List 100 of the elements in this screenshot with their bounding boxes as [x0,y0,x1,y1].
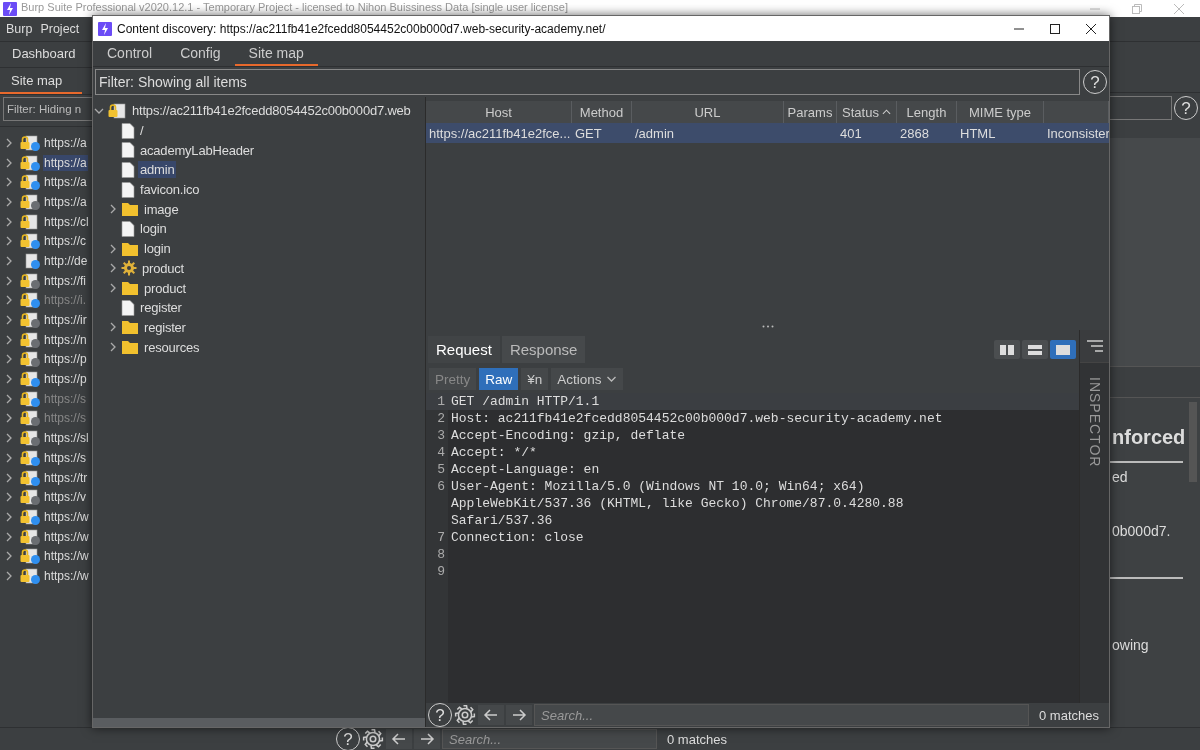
host-item[interactable]: https://w [43,528,90,545]
host-item[interactable]: https://a [43,174,88,191]
chevron-right-icon[interactable] [109,263,117,274]
tree-item[interactable]: / [138,122,146,140]
tree-item[interactable]: login [138,220,169,238]
chevron-right-icon[interactable] [5,295,13,306]
chevron-right-icon[interactable] [5,393,13,404]
tab[interactable]: Site map [0,68,83,94]
chevron-right-icon[interactable] [5,511,13,522]
chevron-right-icon[interactable] [5,492,13,503]
actions-button[interactable]: Actions [551,368,623,390]
tab[interactable]: Dashboard [0,42,76,67]
padlock-page-icon [107,102,127,119]
chevron-right-icon[interactable] [5,433,13,444]
host-item[interactable]: https://ir [43,312,88,329]
tab[interactable]: Site map [234,41,318,66]
chevron-right-icon[interactable] [5,531,13,542]
chevron-right-icon[interactable] [5,452,13,463]
host-item[interactable]: https://w [43,567,90,584]
newline-button[interactable]: ¥n [521,368,549,390]
menu-item[interactable]: Project [40,22,80,36]
tree-item[interactable]: product [140,259,186,277]
chevron-right-icon[interactable] [5,255,13,266]
host-item[interactable]: https://a [43,134,88,151]
resize-grip-icon[interactable] [761,324,774,328]
chevron-right-icon[interactable] [109,204,117,215]
mode-button[interactable]: Raw [479,368,519,390]
chevron-right-icon[interactable] [109,243,117,254]
tab[interactable]: Request [428,336,500,363]
forward-button[interactable] [506,705,532,725]
folder-icon [121,339,139,356]
host-item[interactable]: https://tr [43,469,89,486]
tree-item[interactable]: academyLabHeader [138,141,256,159]
chevron-right-icon[interactable] [5,216,13,227]
chevron-right-icon[interactable] [5,413,13,424]
host-item[interactable]: https://p [43,371,88,388]
chevron-right-icon[interactable] [5,315,13,326]
tree-item[interactable]: login [142,240,173,258]
tree-item[interactable]: resources [142,338,202,356]
chevron-right-icon[interactable] [5,374,13,385]
chevron-right-icon[interactable] [5,196,13,207]
chevron-right-icon[interactable] [109,342,117,353]
forward-button[interactable] [414,729,440,749]
filter-field[interactable]: Filter: Showing all items [95,69,1080,95]
host-item[interactable]: https://c [43,233,88,250]
tree-item[interactable]: product [142,279,188,297]
chevron-right-icon[interactable] [5,551,13,562]
host-item[interactable]: http://de [43,252,89,269]
line-number: 1 [436,393,446,410]
chevron-right-icon[interactable] [5,137,13,148]
chevron-down-icon[interactable] [94,106,104,115]
tree-item[interactable]: register [138,299,184,317]
settings-icon[interactable] [362,728,384,750]
chevron-right-icon[interactable] [109,283,117,294]
gear-icon [121,260,137,277]
layout-button[interactable] [994,340,1020,359]
tree-item[interactable]: image [142,200,181,218]
host-item[interactable]: https://w [43,548,90,565]
tree-item[interactable]: https://ac211fb41e2fcedd8054452c00b000d7.web [130,102,413,120]
chevron-right-icon[interactable] [5,177,13,188]
host-item[interactable]: https://w [43,508,90,525]
search-field[interactable]: Search... [534,704,1029,726]
tree-item[interactable]: favicon.ico [138,181,202,199]
back-button[interactable] [386,729,412,749]
chevron-right-icon[interactable] [5,354,13,365]
host-item[interactable]: https://a [43,154,88,171]
scrollbar[interactable] [93,718,425,727]
settings-icon[interactable] [454,704,476,726]
chevron-right-icon[interactable] [5,570,13,581]
inspector-tab[interactable]: INSPECTOR [1086,377,1103,468]
host-item[interactable]: https://v [43,489,88,506]
search-field[interactable]: Search... [442,729,657,749]
close-icon[interactable] [1086,23,1096,34]
layout-button[interactable] [1050,340,1076,359]
chevron-right-icon[interactable] [5,472,13,483]
menu-icon[interactable] [1086,340,1103,352]
table-cell-text: /admin [634,124,676,143]
host-item[interactable]: https://sl [43,430,90,447]
maximize-icon[interactable] [1050,23,1060,34]
chevron-right-icon[interactable] [5,334,13,345]
chevron-right-icon[interactable] [5,275,13,286]
tab[interactable]: Response [501,336,586,363]
tab[interactable]: Config [166,41,235,66]
tree-item[interactable]: admin [138,161,177,179]
tree-item[interactable]: register [142,318,188,336]
host-item[interactable]: https://cl [43,213,90,230]
chevron-right-icon[interactable] [109,322,117,333]
menu-item[interactable]: Burp [6,22,33,36]
filter-field[interactable]: Filter: Hiding n [3,97,92,121]
chevron-right-icon[interactable] [5,157,13,168]
layout-button[interactable] [1022,340,1048,359]
code-line: GET /admin HTTP/1.1 [450,393,601,410]
host-item[interactable]: https://s [43,449,88,466]
host-item[interactable]: https://n [43,331,88,348]
chevron-right-icon[interactable] [5,236,13,247]
host-item[interactable]: https://a [43,193,88,210]
back-button[interactable] [478,705,504,725]
host-item[interactable]: https://fi [43,272,88,289]
host-item[interactable]: https://p [43,351,88,368]
tab[interactable]: Control [93,41,167,66]
